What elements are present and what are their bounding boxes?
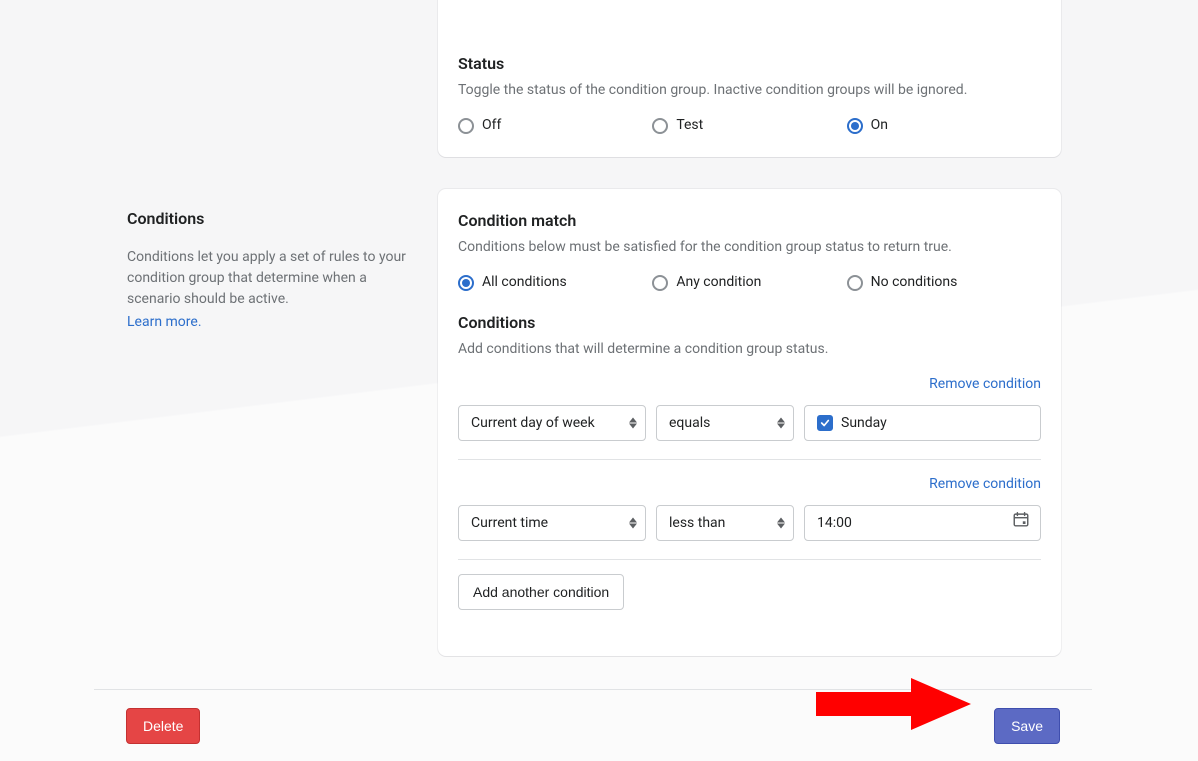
condition-value-text: 14:00 [817,513,852,534]
status-option-label: Test [676,115,703,136]
chevron-updown-icon [629,418,637,429]
chevron-updown-icon [629,518,637,529]
page-footer: Delete Save [94,689,1092,761]
conditions-sidebar: Conditions Conditions let you apply a se… [127,207,407,333]
match-desc: Conditions below must be satisfied for t… [458,237,1041,258]
status-card: Status Toggle the status of the conditio… [438,0,1061,157]
radio-icon [458,275,474,291]
condition-operator-select[interactable]: equals [656,405,794,441]
add-condition-button[interactable]: Add another condition [458,574,624,610]
status-option-label: Off [482,115,501,136]
match-option-any[interactable]: Any condition [652,272,846,293]
condition-row: Current time less than 14:00 [458,505,1041,541]
match-option-all[interactable]: All conditions [458,272,652,293]
match-option-label: No conditions [871,272,958,293]
condition-field-select[interactable]: Current time [458,505,646,541]
select-value: less than [669,513,725,534]
conditions-subtitle: Conditions [458,311,1041,335]
radio-icon [458,118,474,134]
select-value: equals [669,413,710,434]
status-option-off[interactable]: Off [458,115,652,136]
calendar-icon [1012,511,1030,536]
remove-condition-link[interactable]: Remove condition [929,476,1041,492]
radio-icon [652,118,668,134]
condition-value-input[interactable]: 14:00 [804,505,1041,541]
match-radio-group: All conditions Any condition No conditio… [458,272,1041,293]
select-value: Current time [471,513,548,534]
conditions-desc: Add conditions that will determine a con… [458,339,1041,360]
sidebar-desc: Conditions let you apply a set of rules … [127,247,407,310]
status-title: Status [458,52,1041,76]
condition-field-select[interactable]: Current day of week [458,405,646,441]
condition-row: Current day of week equals [458,405,1041,441]
match-option-none[interactable]: No conditions [847,272,1041,293]
checkbox-checked-icon [817,415,833,431]
learn-more-link[interactable]: Learn more. [127,314,202,330]
select-value: Current day of week [471,413,595,434]
match-title: Condition match [458,209,1041,233]
delete-button[interactable]: Delete [126,708,200,744]
save-button[interactable]: Save [994,708,1060,744]
sidebar-title: Conditions [127,207,407,231]
status-option-on[interactable]: On [847,115,1041,136]
status-desc: Toggle the status of the condition group… [458,80,1041,101]
radio-icon [847,118,863,134]
chevron-updown-icon [777,518,785,529]
match-option-label: All conditions [482,272,567,293]
status-option-label: On [871,115,888,136]
status-radio-group: Off Test On [458,115,1041,136]
divider [458,459,1041,460]
radio-icon [652,275,668,291]
radio-icon [847,275,863,291]
match-option-label: Any condition [676,272,761,293]
conditions-card: Condition match Conditions below must be… [438,189,1061,656]
condition-operator-select[interactable]: less than [656,505,794,541]
divider [458,559,1041,560]
condition-value-input[interactable]: Sunday [804,405,1041,441]
remove-condition-link[interactable]: Remove condition [929,376,1041,392]
chevron-updown-icon [777,418,785,429]
condition-value-text: Sunday [841,413,887,434]
status-option-test[interactable]: Test [652,115,846,136]
